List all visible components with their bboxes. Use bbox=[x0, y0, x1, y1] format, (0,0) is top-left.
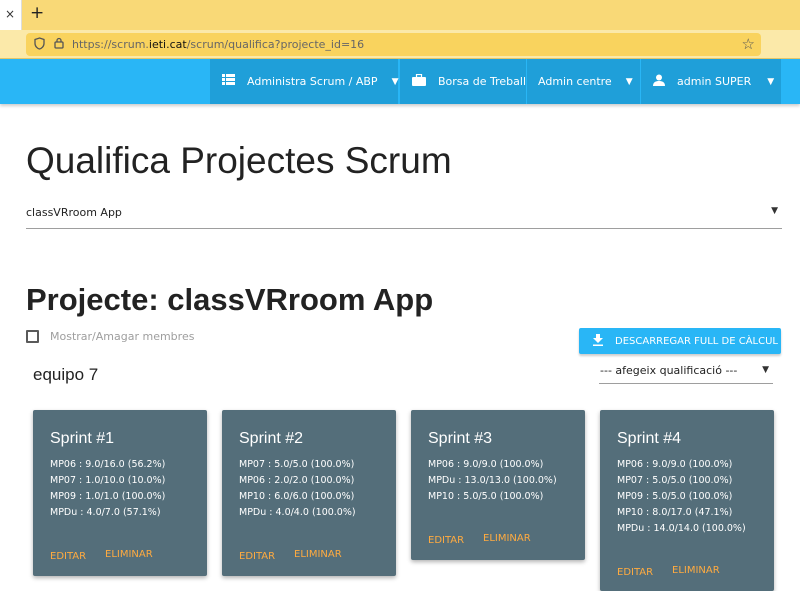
sprint-title: Sprint #3 bbox=[428, 430, 493, 447]
app-navbar: Administra Scrum / ABP ▼ Borsa de Trebal… bbox=[0, 59, 800, 104]
sprint-title: Sprint #1 bbox=[50, 430, 115, 447]
nav-label: admin SUPER bbox=[677, 75, 752, 88]
bookmark-star-icon[interactable]: ☆ bbox=[742, 35, 755, 53]
close-tab-icon[interactable]: × bbox=[5, 7, 15, 21]
browser-tab-bar: × + bbox=[0, 0, 800, 30]
grade-line: MP06 : 2.0/2.0 (100.0%) bbox=[239, 475, 355, 486]
grade-line: MP10 : 5.0/5.0 (100.0%) bbox=[428, 491, 544, 502]
sprint-grades: MP06 : 9.0/16.0 (56.2%) MP07 : 1.0/10.0 … bbox=[50, 457, 165, 521]
url-domain: ieti.cat bbox=[148, 38, 187, 51]
sprint-grades: MP06 : 9.0/9.0 (100.0%) MPDu : 13.0/13.0… bbox=[428, 457, 557, 505]
grade-line: MP09 : 1.0/1.0 (100.0%) bbox=[50, 491, 166, 502]
url-prefix: https://scrum. bbox=[72, 38, 149, 51]
nav-label: Borsa de Treball bbox=[438, 75, 526, 88]
project-select[interactable]: classVRroom App ▼ bbox=[26, 200, 782, 229]
delete-sprint-button[interactable]: ELIMINAR bbox=[672, 565, 720, 576]
address-bar[interactable]: https://scrum.ieti.cat/scrum/qualifica?p… bbox=[26, 33, 761, 56]
delete-sprint-button[interactable]: ELIMINAR bbox=[294, 549, 342, 560]
grade-line: MP06 : 9.0/16.0 (56.2%) bbox=[50, 459, 166, 470]
grade-line: MP10 : 6.0/6.0 (100.0%) bbox=[239, 491, 355, 502]
dropdown-arrow-icon: ▼ bbox=[762, 365, 769, 375]
edit-sprint-button[interactable]: EDITAR bbox=[617, 567, 653, 578]
url-text[interactable]: https://scrum.ieti.cat/scrum/qualifica?p… bbox=[72, 38, 364, 51]
grade-line: MPDu : 14.0/14.0 (100.0%) bbox=[617, 523, 746, 534]
sprint-card: Sprint #1 MP06 : 9.0/16.0 (56.2%) MP07 :… bbox=[33, 410, 207, 576]
team-name: equipo 7 bbox=[33, 365, 99, 384]
grade-line: MP10 : 8.0/17.0 (47.1%) bbox=[617, 507, 733, 518]
download-label: DESCARREGAR FULL DE CÀLCUL bbox=[615, 335, 778, 347]
dropdown-arrow-icon: ▼ bbox=[771, 206, 778, 216]
grade-line: MPDu : 4.0/7.0 (57.1%) bbox=[50, 507, 161, 518]
download-icon bbox=[593, 333, 603, 349]
sprint-card: Sprint #3 MP06 : 9.0/9.0 (100.0%) MPDu :… bbox=[411, 410, 585, 560]
add-grade-select-value: --- afegeix qualificació --- bbox=[600, 364, 738, 377]
nav-admin-centre[interactable]: Admin centre ▼ bbox=[527, 59, 640, 104]
grade-line: MP06 : 9.0/9.0 (100.0%) bbox=[617, 459, 733, 470]
sprint-card: Sprint #4 MP06 : 9.0/9.0 (100.0%) MP07 :… bbox=[600, 410, 774, 591]
sprint-card: Sprint #2 MP07 : 5.0/5.0 (100.0%) MP06 :… bbox=[222, 410, 396, 576]
nav-administra-scrum[interactable]: Administra Scrum / ABP ▼ bbox=[210, 59, 398, 104]
briefcase-icon bbox=[412, 73, 426, 90]
members-toggle-label[interactable]: Mostrar/Amagar membres bbox=[50, 330, 194, 343]
download-spreadsheet-button[interactable]: DESCARREGAR FULL DE CÀLCUL bbox=[579, 328, 781, 354]
grade-line: MP06 : 9.0/9.0 (100.0%) bbox=[428, 459, 544, 470]
sprint-title: Sprint #4 bbox=[617, 430, 682, 447]
project-select-value: classVRroom App bbox=[26, 206, 122, 219]
person-icon bbox=[653, 74, 665, 90]
nav-borsa-de-treball[interactable]: Borsa de Treball bbox=[400, 59, 526, 104]
sprint-title: Sprint #2 bbox=[239, 430, 304, 447]
edit-sprint-button[interactable]: EDITAR bbox=[428, 535, 464, 546]
browser-tab[interactable]: × bbox=[0, 0, 22, 30]
grade-line: MP09 : 5.0/5.0 (100.0%) bbox=[617, 491, 733, 502]
caret-down-icon: ▼ bbox=[391, 76, 399, 87]
sprint-grades: MP07 : 5.0/5.0 (100.0%) MP06 : 2.0/2.0 (… bbox=[239, 457, 356, 521]
lock-icon[interactable] bbox=[54, 37, 64, 52]
nav-label: Admin centre bbox=[538, 75, 612, 88]
page-title: Qualifica Projectes Scrum bbox=[26, 140, 452, 181]
grade-line: MPDu : 13.0/13.0 (100.0%) bbox=[428, 475, 557, 486]
nav-label: Administra Scrum / ABP bbox=[247, 75, 378, 88]
caret-down-icon: ▼ bbox=[767, 76, 775, 87]
grade-line: MP07 : 5.0/5.0 (100.0%) bbox=[239, 459, 355, 470]
delete-sprint-button[interactable]: ELIMINAR bbox=[105, 549, 153, 560]
sprint-grades: MP06 : 9.0/9.0 (100.0%) MP07 : 5.0/5.0 (… bbox=[617, 457, 746, 537]
members-toggle-checkbox[interactable] bbox=[26, 330, 39, 343]
shield-icon[interactable] bbox=[34, 37, 45, 53]
list-icon bbox=[222, 74, 235, 89]
grade-line: MP07 : 1.0/10.0 (10.0%) bbox=[50, 475, 166, 486]
grade-line: MP07 : 5.0/5.0 (100.0%) bbox=[617, 475, 733, 486]
delete-sprint-button[interactable]: ELIMINAR bbox=[483, 533, 531, 544]
grade-line: MPDu : 4.0/4.0 (100.0%) bbox=[239, 507, 356, 518]
add-grade-select[interactable]: --- afegeix qualificació --- ▼ bbox=[599, 358, 773, 384]
edit-sprint-button[interactable]: EDITAR bbox=[239, 551, 275, 562]
new-tab-button[interactable]: + bbox=[30, 3, 44, 23]
project-title: Projecte: classVRroom App bbox=[26, 282, 434, 317]
browser-toolbar: https://scrum.ieti.cat/scrum/qualifica?p… bbox=[0, 30, 800, 59]
edit-sprint-button[interactable]: EDITAR bbox=[50, 551, 86, 562]
nav-user-menu[interactable]: admin SUPER ▼ bbox=[641, 59, 781, 104]
url-path: /scrum/qualifica?projecte_id=16 bbox=[186, 38, 365, 51]
caret-down-icon: ▼ bbox=[625, 76, 633, 87]
